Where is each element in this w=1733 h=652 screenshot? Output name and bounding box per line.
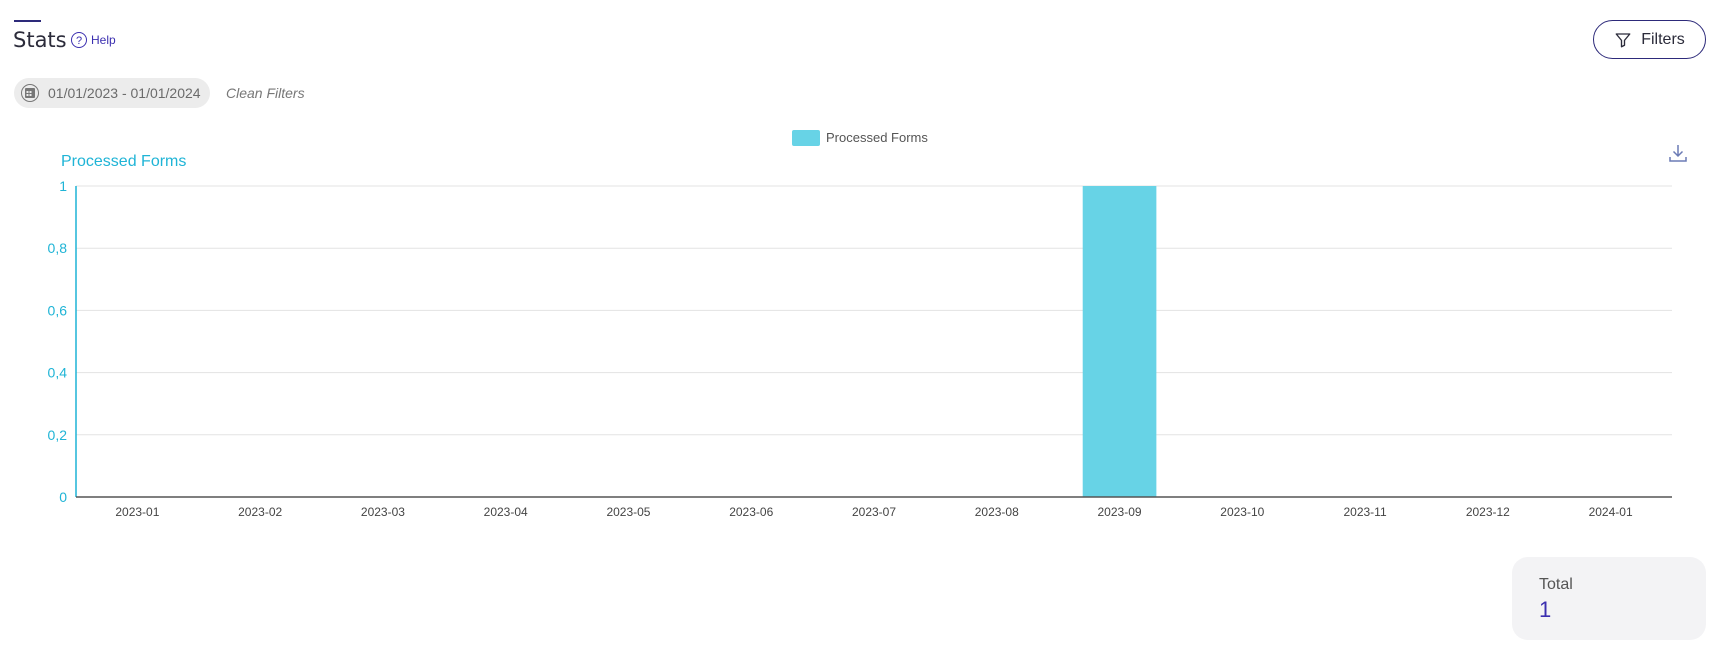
x-tick-label: 2023-06: [729, 505, 773, 519]
x-tick-label: 2023-03: [361, 505, 405, 519]
y-tick-label: 0: [59, 489, 67, 505]
x-tick-label: 2024-01: [1589, 505, 1633, 519]
x-tick-label: 2023-01: [115, 505, 159, 519]
legend-swatch: [792, 130, 820, 146]
total-value: 1: [1539, 597, 1552, 622]
bar: [1082, 186, 1157, 497]
x-tick-label: 2023-05: [606, 505, 650, 519]
processed-forms-chart: Processed Forms Processed Forms 0 0,2 0,4 0,6…: [48, 130, 1672, 519]
x-tick-label: 2023-12: [1466, 505, 1510, 519]
y-tick-label: 0,2: [48, 427, 68, 443]
total-card: Total 1: [1512, 557, 1706, 640]
download-icon: [1669, 145, 1687, 162]
legend-label: Processed Forms: [826, 130, 928, 145]
x-tick-label: 2023-07: [852, 505, 896, 519]
download-button[interactable]: [1668, 143, 1688, 168]
y-axis-title: Processed Forms: [61, 153, 186, 170]
x-tick-label: 2023-10: [1220, 505, 1264, 519]
x-tick-label: 2023-04: [484, 505, 528, 519]
x-tick-label: 2023-02: [238, 505, 282, 519]
x-tick-label: 2023-08: [975, 505, 1019, 519]
total-label: Total: [1539, 576, 1573, 593]
x-tick-label: 2023-11: [1343, 505, 1386, 519]
y-tick-label: 1: [59, 178, 67, 194]
y-tick-label: 0,4: [48, 365, 68, 381]
y-tick-label: 0,6: [48, 302, 68, 318]
x-tick-label: 2023-09: [1098, 505, 1142, 519]
y-tick-label: 0,8: [48, 240, 68, 256]
